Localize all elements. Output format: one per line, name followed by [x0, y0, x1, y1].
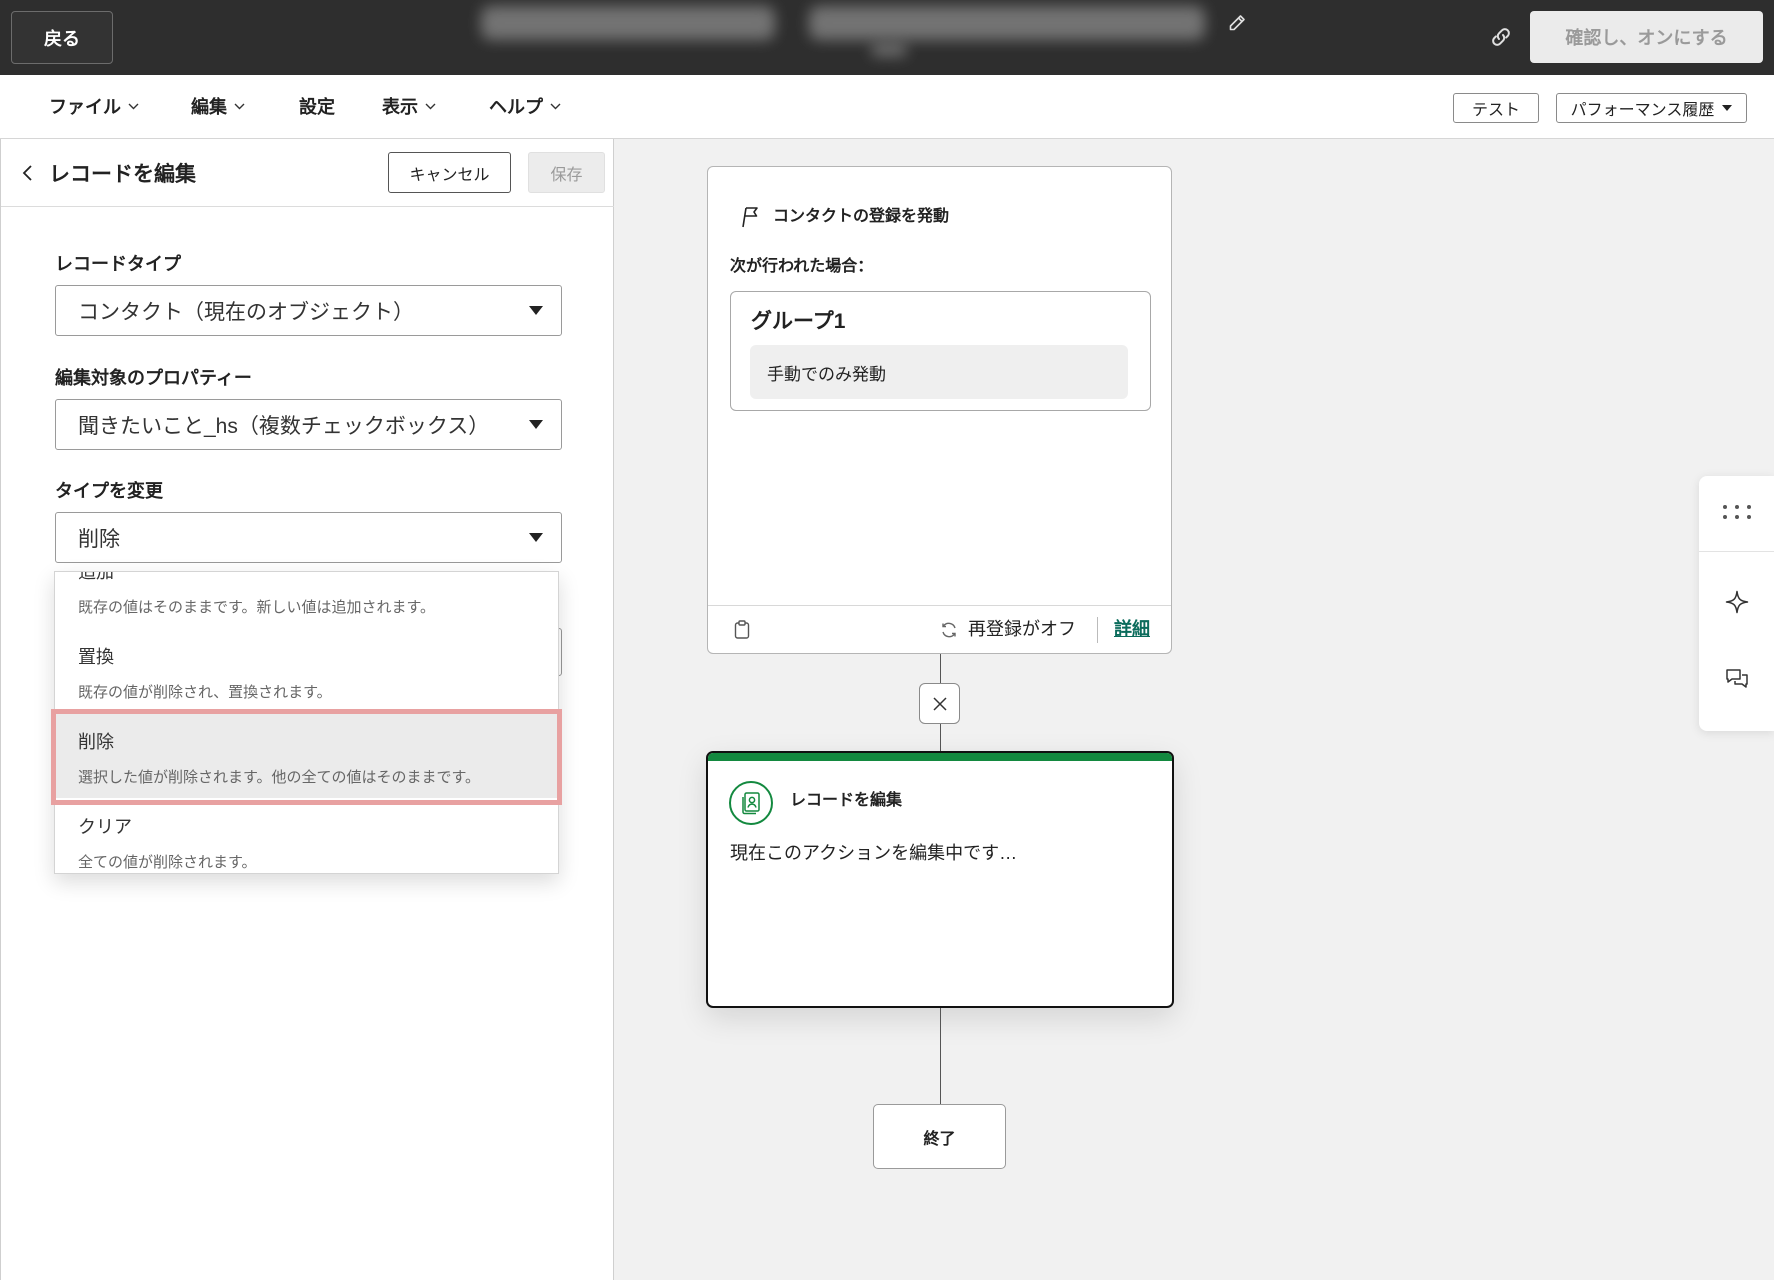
- panel-title: レコードを編集: [49, 162, 196, 186]
- option-description: 選択した値が削除されます。他の全ての値はそのままです。: [78, 769, 481, 786]
- menu-view-label: 表示: [382, 97, 418, 117]
- flag-icon: [739, 205, 761, 229]
- action-accent-bar: [708, 753, 1172, 761]
- chevron-down-icon: [425, 103, 436, 110]
- change-type-label: タイプを変更: [55, 481, 163, 501]
- change-type-select[interactable]: 削除: [55, 512, 562, 563]
- menu-settings-label: 設定: [299, 97, 335, 117]
- edit-record-action-card[interactable]: レコードを編集 現在このアクションを編集中です…: [706, 751, 1174, 1008]
- menu-edit-label: 編集: [191, 97, 227, 117]
- confirm-and-turn-on-button[interactable]: 確認し、オンにする: [1530, 11, 1763, 63]
- panel-header: レコードを編集 キャンセル 保存: [1, 139, 614, 207]
- connector-line: [940, 654, 941, 683]
- close-icon: [932, 696, 948, 712]
- record-type-select[interactable]: コンタクト（現在のオブジェクト）: [55, 285, 562, 336]
- dropdown-option-clear[interactable]: クリア 全ての値が削除されます。: [55, 798, 558, 873]
- caret-down-icon: [529, 533, 543, 542]
- group-criteria: 手動でのみ発動: [750, 345, 1128, 399]
- menu-file-label: ファイル: [49, 97, 121, 117]
- menu-help-label: ヘルプ: [489, 97, 543, 117]
- menu-bar: ファイル 編集 設定 表示 ヘルプ テスト パフォーマンス履歴: [0, 75, 1774, 139]
- change-type-value: 削除: [78, 527, 120, 551]
- chevron-left-icon[interactable]: [21, 164, 33, 182]
- pencil-icon[interactable]: [1227, 13, 1247, 33]
- property-select[interactable]: 聞きたいこと_hs（複数チェックボックス）: [55, 399, 562, 450]
- back-button[interactable]: 戻る: [11, 11, 113, 64]
- option-description: 既存の値はそのままです。新しい値は追加されます。: [78, 599, 436, 616]
- connector-line: [940, 1008, 941, 1104]
- performance-history-label: パフォーマンス履歴: [1570, 102, 1715, 119]
- action-title: レコードを編集: [790, 792, 903, 809]
- test-button[interactable]: テスト: [1453, 93, 1539, 123]
- toolbar-separator: [1699, 551, 1774, 552]
- end-node[interactable]: 終了: [873, 1104, 1006, 1169]
- trigger-title: コンタクトの登録を発動: [773, 208, 950, 225]
- chevron-down-icon: [128, 103, 139, 110]
- chevron-down-icon: [550, 103, 561, 110]
- end-label: 終了: [923, 1130, 956, 1148]
- property-value: 聞きたいこと_hs（複数チェックボックス）: [78, 414, 490, 438]
- dropdown-option-remove[interactable]: 削除 選択した値が削除されます。他の全ての値はそのままです。: [55, 713, 558, 798]
- option-description: 全ての値が削除されます。: [78, 854, 257, 871]
- change-type-dropdown: 追加 既存の値はそのままです。新しい値は追加されます。 置換 既存の値が削除され…: [54, 571, 559, 874]
- connector-line: [940, 724, 941, 751]
- remove-connector-button[interactable]: [919, 683, 960, 724]
- trigger-footer: 再登録がオフ 詳細: [708, 605, 1171, 653]
- dropdown-option-replace[interactable]: 置換 既存の値が削除され、置換されます。: [55, 628, 558, 713]
- contact-record-icon: [729, 781, 773, 825]
- clipboard-icon[interactable]: [734, 620, 750, 639]
- cancel-button[interactable]: キャンセル: [388, 152, 511, 193]
- option-title: 追加: [78, 571, 114, 582]
- trigger-condition-label: 次が行われた場合：: [730, 258, 874, 275]
- option-description: 既存の値が削除され、置換されます。: [78, 684, 332, 701]
- option-title: クリア: [78, 817, 132, 837]
- footer-divider: [1097, 617, 1098, 643]
- chat-icon[interactable]: [1725, 668, 1749, 690]
- menu-view[interactable]: 表示: [382, 93, 436, 119]
- details-link[interactable]: 詳細: [1114, 617, 1150, 641]
- chevron-down-icon: [234, 103, 245, 110]
- reenrollment-status: 再登録がオフ: [968, 619, 1076, 639]
- dots-grid-icon[interactable]: [1722, 504, 1752, 520]
- caret-down-icon: [529, 420, 543, 429]
- record-type-label: レコードタイプ: [55, 254, 181, 274]
- dropdown-option-add[interactable]: 追加 既存の値はそのままです。新しい値は追加されます。: [55, 571, 558, 628]
- right-toolbar: [1699, 476, 1774, 731]
- blurred-workflow-title: [481, 6, 1205, 58]
- refresh-icon: [940, 621, 958, 639]
- menu-help[interactable]: ヘルプ: [489, 93, 561, 119]
- option-title: 削除: [78, 732, 114, 752]
- sparkle-icon[interactable]: [1725, 590, 1749, 614]
- group-criteria-text: 手動でのみ発動: [767, 364, 886, 384]
- option-title: 置換: [78, 647, 114, 667]
- performance-history-button[interactable]: パフォーマンス履歴: [1556, 93, 1747, 123]
- caret-down-icon: [1722, 105, 1733, 111]
- trigger-card[interactable]: コンタクトの登録を発動 次が行われた場合： グループ1 手動でのみ発動 再登録が…: [707, 166, 1172, 654]
- action-status: 現在このアクションを編集中です…: [730, 843, 1018, 863]
- menu-file[interactable]: ファイル: [49, 93, 139, 119]
- property-label: 編集対象のプロパティー: [55, 368, 252, 388]
- caret-down-icon: [529, 306, 543, 315]
- trigger-group: グループ1 手動でのみ発動: [730, 291, 1151, 411]
- top-bar: 戻る 確認し、オンにする: [0, 0, 1774, 75]
- menu-edit[interactable]: 編集: [191, 93, 245, 119]
- test-button-label: テスト: [1471, 102, 1520, 119]
- group-title: グループ1: [751, 310, 846, 333]
- menu-settings[interactable]: 設定: [299, 93, 335, 119]
- save-button[interactable]: 保存: [528, 152, 605, 193]
- link-icon[interactable]: [1489, 25, 1513, 49]
- record-type-value: コンタクト（現在のオブジェクト）: [78, 300, 414, 324]
